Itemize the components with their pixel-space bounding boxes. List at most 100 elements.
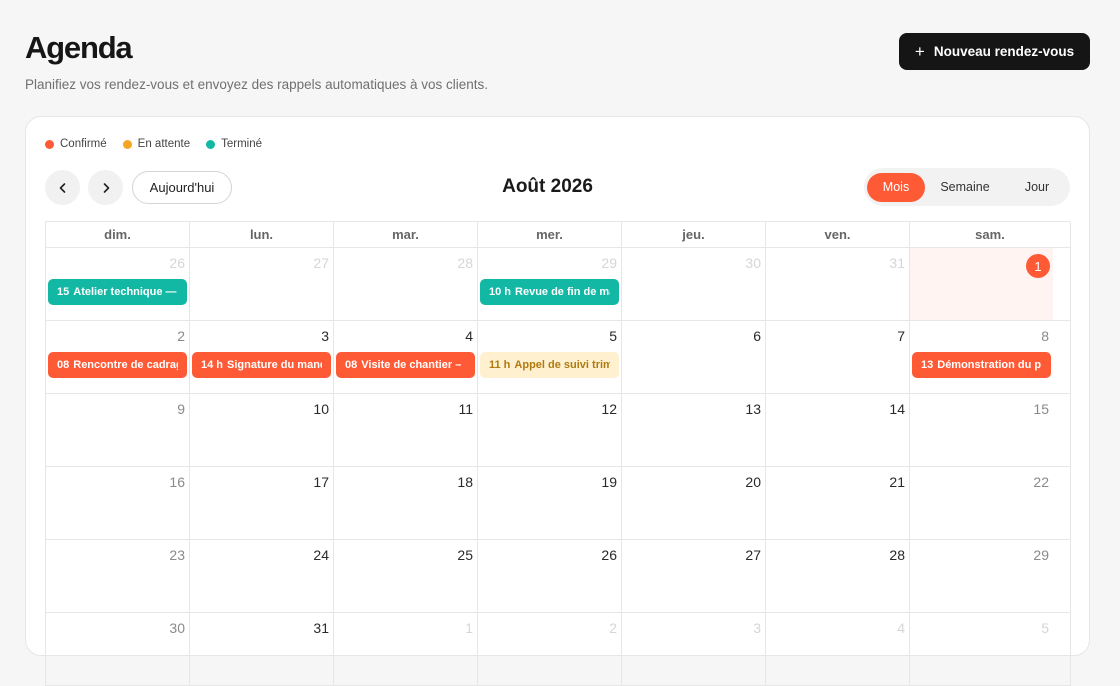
day-number: 21 (889, 474, 905, 490)
day-number: 2 (177, 328, 185, 344)
calendar-day-cell[interactable]: 3 14 h Signature du mand (190, 321, 334, 394)
event-title: Visite de chantier – (361, 359, 462, 371)
calendar-day-cell[interactable]: 7 (766, 321, 910, 394)
calendar-day-cell[interactable]: 18 (334, 467, 478, 540)
day-number: 3 (321, 328, 329, 344)
event-time: 10 h (489, 286, 512, 298)
weekday-header: dim. lun. mar. mer. jeu. ven. sam. (46, 222, 1071, 248)
calendar-event[interactable]: 10 h Revue de fin de ma (480, 279, 619, 305)
legend-dot-icon (45, 139, 54, 149)
calendar-day-cell[interactable]: 31 (190, 613, 334, 686)
weekday-header-cell: jeu. (622, 222, 766, 248)
view-day-button[interactable]: Jour (1005, 173, 1069, 202)
day-number: 19 (601, 474, 617, 490)
calendar-day-cell[interactable]: 24 (190, 540, 334, 613)
month-grid: dim. lun. mar. mer. jeu. ven. sam. 26 15 Atelier… (45, 221, 1071, 686)
calendar-day-cell[interactable]: 9 (46, 394, 190, 467)
calendar-day-cell[interactable]: 30 (622, 248, 766, 321)
day-number: 16 (169, 474, 185, 490)
day-number: 29 (601, 255, 617, 271)
calendar-day-cell[interactable]: 15 (910, 394, 1071, 467)
day-number: 17 (313, 474, 329, 490)
calendar-day-cell[interactable]: 4 08 Visite de chantier – (334, 321, 478, 394)
calendar-day-cell[interactable]: 29 10 h Revue de fin de ma (478, 248, 622, 321)
calendar-day-cell[interactable]: 2 (478, 613, 622, 686)
calendar-event[interactable]: 11 h Appel de suivi trime (480, 352, 619, 378)
calendar-day-cell[interactable]: 3 (622, 613, 766, 686)
calendar-event[interactable]: 13 Démonstration du p (912, 352, 1051, 378)
legend-item-pending: En attente (122, 138, 190, 150)
calendar-day-cell[interactable]: 4 (766, 613, 910, 686)
view-week-button[interactable]: Semaine (925, 173, 1005, 202)
event-time: 11 h (489, 359, 511, 371)
calendar-day-cell[interactable]: 27 (190, 248, 334, 321)
calendar-day-cell[interactable]: 20 (622, 467, 766, 540)
calendar-day-cell[interactable]: 27 (622, 540, 766, 613)
day-number: 9 (177, 401, 185, 417)
calendar-day-cell[interactable]: 29 (910, 540, 1071, 613)
event-title: Rencontre de cadrag (73, 359, 178, 371)
calendar-day-cell[interactable]: 1 (910, 248, 1071, 321)
calendar-day-cell[interactable]: 26 (478, 540, 622, 613)
calendar-day-cell[interactable]: 16 (46, 467, 190, 540)
calendar-day-cell[interactable]: 23 (46, 540, 190, 613)
legend-item-done: Terminé (206, 138, 262, 150)
weekday-header-cell: dim. (46, 222, 190, 248)
day-number: 8 (1041, 328, 1049, 344)
calendar-day-cell[interactable]: 13 (622, 394, 766, 467)
day-number: 1 (1026, 254, 1050, 278)
calendar-day-cell[interactable]: 11 (334, 394, 478, 467)
day-number: 14 (889, 401, 905, 417)
calendar-day-cell[interactable]: 19 (478, 467, 622, 540)
day-number: 24 (313, 547, 329, 563)
calendar-day-cell[interactable]: 5 (910, 613, 1071, 686)
day-number: 25 (457, 547, 473, 563)
day-number: 5 (1041, 620, 1049, 636)
calendar-event[interactable]: 08 Rencontre de cadrag (48, 352, 187, 378)
day-number: 27 (313, 255, 329, 271)
calendar-day-cell[interactable]: 26 15 Atelier technique — (46, 248, 190, 321)
day-number: 2 (609, 620, 617, 636)
calendar-day-cell[interactable]: 30 (46, 613, 190, 686)
legend-label: Terminé (221, 138, 262, 150)
calendar-day-cell[interactable]: 2 08 Rencontre de cadrag (46, 321, 190, 394)
legend-dot-icon (122, 139, 132, 149)
calendar-day-cell[interactable]: 25 (334, 540, 478, 613)
day-number: 5 (609, 328, 617, 344)
calendar-event[interactable]: 14 h Signature du mand (192, 352, 331, 378)
day-number: 10 (313, 401, 329, 417)
calendar-day-cell[interactable]: 12 (478, 394, 622, 467)
calendar-day-cell[interactable]: 10 (190, 394, 334, 467)
day-number: 6 (753, 328, 761, 344)
calendar-day-cell[interactable]: 21 (766, 467, 910, 540)
calendar-day-cell[interactable]: 14 (766, 394, 910, 467)
status-legend: Confirmé En attente Terminé (45, 138, 262, 150)
day-number: 31 (313, 620, 329, 636)
event-title: Signature du mand (227, 359, 322, 371)
legend-dot-icon (206, 139, 216, 149)
calendar-card: Confirmé En attente Terminé Aujourd'hui … (25, 116, 1090, 686)
day-number: 30 (169, 620, 185, 636)
calendar-day-cell[interactable]: 28 (334, 248, 478, 321)
event-title: Appel de suivi trime (514, 359, 610, 371)
view-month-button[interactable]: Mois (867, 172, 925, 202)
weekday-header-cell: mar. (334, 222, 478, 248)
calendar-day-cell[interactable]: 1 (334, 613, 478, 686)
new-appointment-button[interactable]: + Nouveau rendez-vous (899, 33, 1090, 70)
day-number: 28 (457, 255, 473, 271)
calendar-day-cell[interactable]: 8 13 Démonstration du p (910, 321, 1071, 394)
day-number: 4 (897, 620, 905, 636)
day-number: 27 (745, 547, 761, 563)
calendar-day-cell[interactable]: 22 (910, 467, 1071, 540)
event-title: Atelier technique — (73, 286, 177, 298)
calendar-day-cell[interactable]: 5 11 h Appel de suivi trime (478, 321, 622, 394)
calendar-day-cell[interactable]: 28 (766, 540, 910, 613)
calendar-event[interactable]: 15 Atelier technique — (48, 279, 187, 305)
calendar-day-cell[interactable]: 31 (766, 248, 910, 321)
day-number: 22 (1033, 474, 1049, 490)
calendar-event[interactable]: 08 Visite de chantier – (336, 352, 475, 378)
day-number: 4 (465, 328, 473, 344)
calendar-day-cell[interactable]: 6 (622, 321, 766, 394)
calendar-day-cell[interactable]: 17 (190, 467, 334, 540)
day-number: 3 (753, 620, 761, 636)
